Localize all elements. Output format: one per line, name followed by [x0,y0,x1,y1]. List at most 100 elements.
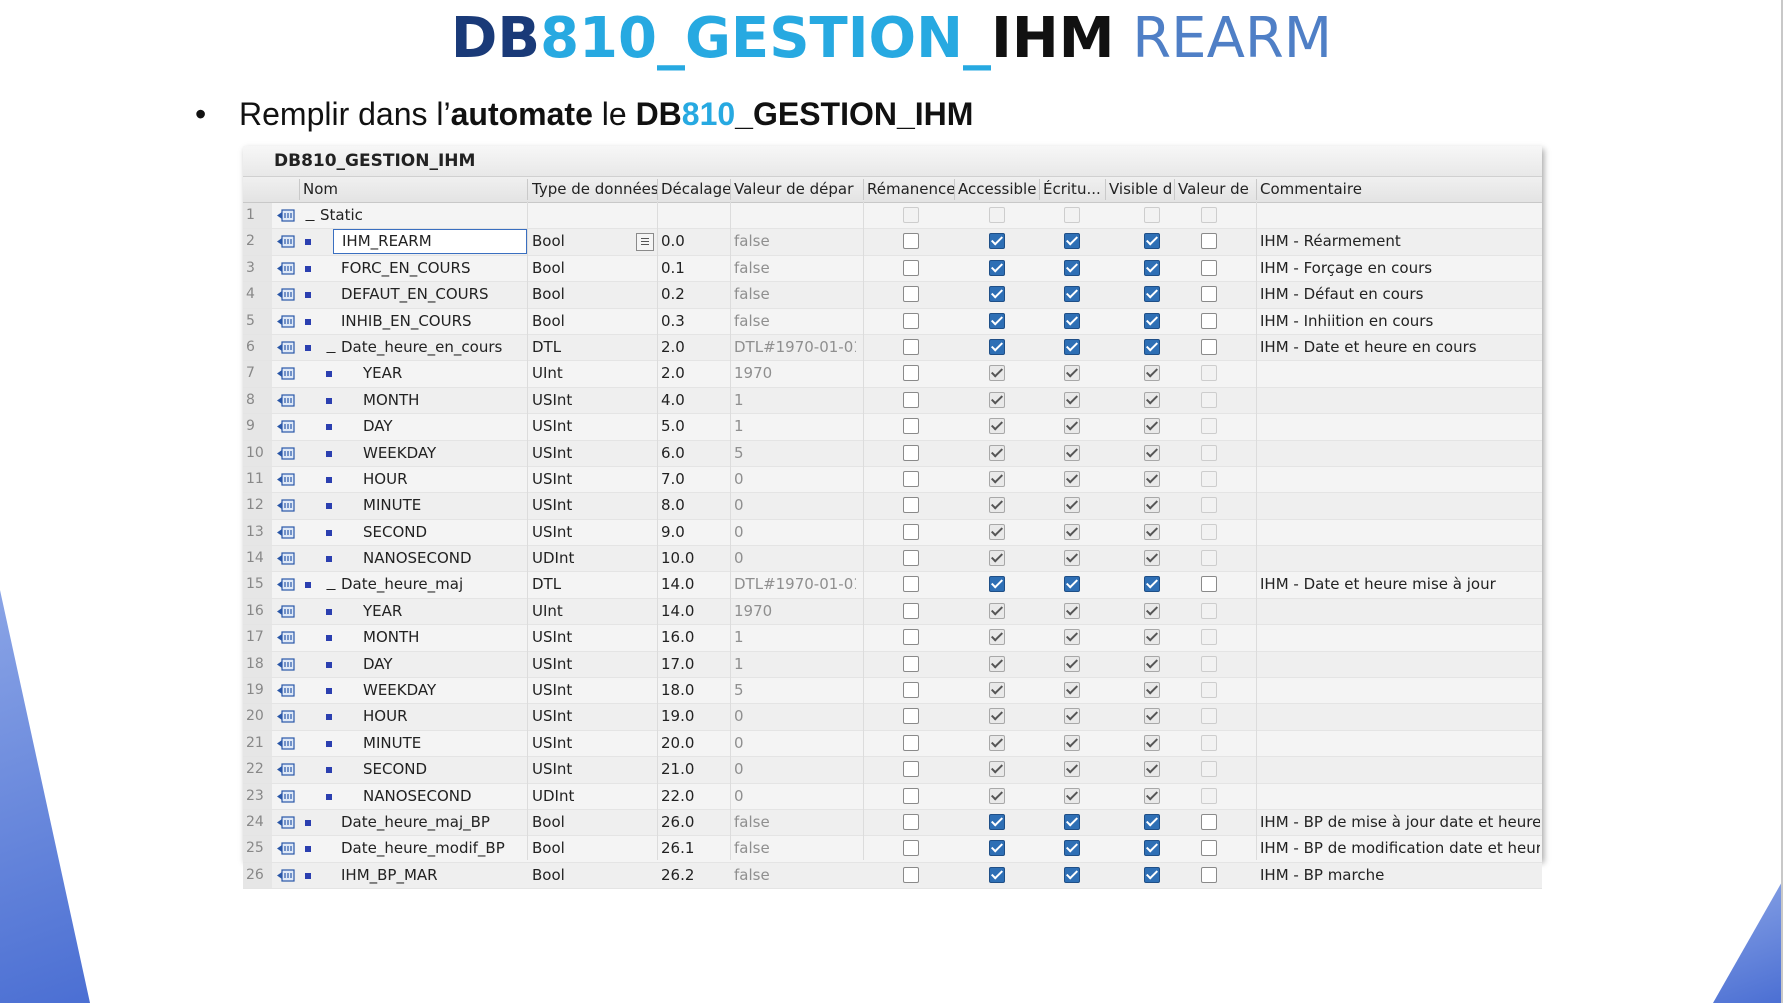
row-number[interactable]: 18 [243,651,272,678]
accessible-checkbox[interactable] [989,444,1005,461]
table-row[interactable]: 3 FORC_EN_COURS Bool 0.1 false IHM - Forçage … [243,255,1542,283]
visible-checkbox[interactable] [1144,286,1160,303]
variable-name-cell[interactable]: Static [320,203,527,228]
visible-checkbox[interactable] [1144,391,1160,408]
comment-cell[interactable]: IHM - BP de mise à jour date et heure [1260,810,1540,835]
remanence-checkbox[interactable] [903,286,919,303]
variable-name-cell[interactable]: DEFAUT_EN_COURS [341,282,527,307]
visible-checkbox[interactable] [1144,734,1160,751]
accessible-checkbox[interactable] [989,418,1005,435]
remanence-checkbox[interactable] [903,761,919,778]
visible-checkbox[interactable] [1144,444,1160,461]
ecriture-checkbox[interactable] [1064,338,1080,355]
remanence-checkbox[interactable] [903,365,919,382]
comment-cell[interactable]: IHM - Date et heure mise à jour [1260,572,1540,597]
accessible-checkbox[interactable] [989,338,1005,355]
start-value-cell[interactable]: 0 [734,757,856,782]
variable-name-cell[interactable]: Date_heure_modif_BP [341,836,527,861]
table-row[interactable]: 18 DAY USInt 17.0 1 [243,651,1542,679]
variable-name-cell[interactable]: Date_heure_maj [341,572,527,597]
start-value-cell[interactable]: false [734,309,856,334]
data-type-cell[interactable]: Bool [532,863,657,888]
visible-checkbox[interactable] [1144,629,1160,646]
offset-cell[interactable]: 0.2 [661,282,731,307]
accessible-checkbox[interactable] [989,233,1005,250]
variable-name-cell[interactable]: IHM_REARM [333,229,527,255]
accessible-checkbox[interactable] [989,602,1005,619]
table-row[interactable]: 23 NANOSECOND UDInt 22.0 0 [243,783,1542,810]
visible-checkbox[interactable] [1144,576,1160,593]
start-value-cell[interactable]: 1 [734,652,856,677]
variable-name-cell[interactable]: DAY [363,414,527,439]
accessible-checkbox[interactable] [989,470,1005,487]
offset-cell[interactable]: 16.0 [661,625,731,650]
ecriture-checkbox[interactable] [1064,391,1080,408]
row-number[interactable]: 26 [243,862,272,889]
col-header-commentaire[interactable]: Commentaire [1260,177,1460,202]
remanence-checkbox[interactable] [903,233,919,250]
col-header-remanence[interactable]: Rémanence [867,177,957,202]
start-value-cell[interactable]: false [734,810,856,835]
data-type-cell[interactable]: UInt [532,361,657,386]
data-type-cell[interactable]: Bool [532,256,657,281]
ecriture-checkbox[interactable] [1064,259,1080,276]
accessible-checkbox[interactable] [989,840,1005,857]
row-number[interactable]: 20 [243,704,272,730]
remanence-checkbox[interactable] [903,655,919,672]
ecriture-checkbox[interactable] [1064,312,1080,329]
variable-name-cell[interactable]: DAY [363,652,527,677]
remanence-checkbox[interactable] [903,312,919,329]
remanence-checkbox[interactable] [903,602,919,619]
col-header-ecriture[interactable]: Écritu... [1043,177,1105,202]
accessible-checkbox[interactable] [989,629,1005,646]
table-row[interactable]: 1 Static [243,203,1542,230]
col-header-decalage[interactable]: Décalage [661,177,731,202]
row-number[interactable]: 4 [243,282,272,308]
row-number[interactable]: 17 [243,625,272,651]
remanence-checkbox[interactable] [903,444,919,461]
comment-cell[interactable]: IHM - Forçage en cours [1260,256,1540,281]
data-type-cell[interactable]: UDInt [532,546,657,571]
accessible-checkbox[interactable] [989,550,1005,567]
offset-cell[interactable]: 2.0 [661,335,731,360]
offset-cell[interactable]: 18.0 [661,678,731,703]
variable-name-cell[interactable]: MONTH [363,388,527,413]
row-number[interactable]: 3 [243,255,272,282]
start-value-cell[interactable]: false [734,836,856,861]
table-row[interactable]: 2 IHM_REARM Bool 0.0 false IHM - Réarmement [243,229,1542,256]
row-number[interactable]: 8 [243,387,272,414]
accessible-checkbox[interactable] [989,523,1005,540]
variable-name-cell[interactable]: YEAR [363,361,527,386]
offset-cell[interactable]: 14.0 [661,572,731,597]
table-row[interactable]: 19 WEEKDAY USInt 18.0 5 [243,678,1542,705]
comment-cell[interactable]: IHM - Inhiition en cours [1260,309,1540,334]
visible-checkbox[interactable] [1144,418,1160,435]
remanence-checkbox[interactable] [903,550,919,567]
data-type-cell[interactable]: USInt [532,731,657,756]
start-value-cell[interactable]: 0 [734,731,856,756]
table-row[interactable]: 20 HOUR USInt 19.0 0 [243,704,1542,731]
row-number[interactable]: 5 [243,308,272,334]
start-value-cell[interactable]: 0 [734,546,856,571]
row-number[interactable]: 10 [243,440,272,466]
ecriture-checkbox[interactable] [1064,576,1080,593]
visible-checkbox[interactable] [1144,682,1160,699]
offset-cell[interactable]: 17.0 [661,652,731,677]
row-number[interactable]: 11 [243,466,272,493]
ecriture-checkbox[interactable] [1064,761,1080,778]
table-row[interactable]: 10 WEEKDAY USInt 6.0 5 [243,440,1542,467]
valeur-de-checkbox[interactable] [1201,286,1217,303]
visible-checkbox[interactable] [1144,655,1160,672]
data-type-cell[interactable]: USInt [532,467,657,492]
start-value-cell[interactable]: 5 [734,441,856,466]
ecriture-checkbox[interactable] [1064,708,1080,725]
start-value-cell[interactable]: 0 [734,467,856,492]
col-header-valeur-depart[interactable]: Valeur de départ [734,177,854,202]
table-row[interactable]: 15 Date_heure_maj DTL 14.0 DTL#1970-01-01- IH… [243,572,1542,599]
accessible-checkbox[interactable] [989,866,1005,883]
table-row[interactable]: 6 Date_heure_en_cours DTL 2.0 DTL#1970-01-01… [243,334,1542,362]
row-number[interactable]: 21 [243,730,272,757]
table-row[interactable]: 7 YEAR UInt 2.0 1970 [243,361,1542,388]
offset-cell[interactable]: 19.0 [661,704,731,729]
data-type-cell[interactable]: Bool [532,309,657,334]
